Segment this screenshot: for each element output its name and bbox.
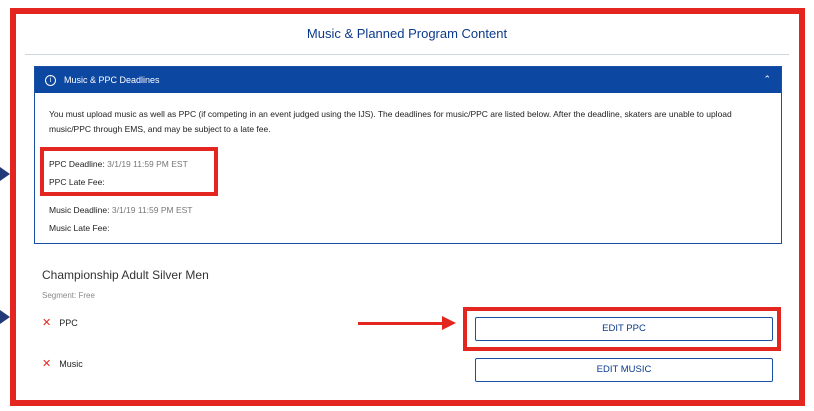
- annotation-marker: [0, 310, 10, 324]
- annotation-arrow-head: [442, 316, 456, 330]
- chevron-up-icon[interactable]: ⌃: [763, 75, 771, 85]
- annotation-marker: [0, 167, 10, 181]
- edit-ppc-highlight: [463, 307, 781, 351]
- annotation-arrow: [358, 322, 444, 325]
- requirement-label: Music: [59, 358, 83, 369]
- requirement-ppc: ✕ PPC: [42, 316, 78, 329]
- edit-music-button[interactable]: EDIT MUSIC: [475, 358, 773, 382]
- page-title: Music & Planned Program Content: [306, 26, 508, 41]
- music-deadline-label: Music Deadline:: [49, 205, 110, 215]
- x-icon: ✕: [42, 357, 52, 370]
- panel-header[interactable]: i Music & PPC Deadlines ⌃: [35, 67, 781, 93]
- music-deadline-value: 3/1/19 11:59 PM EST: [111, 205, 193, 215]
- requirement-label: PPC: [59, 317, 78, 328]
- deadline-description: You must upload music as well as PPC (if…: [49, 109, 732, 134]
- info-icon: i: [45, 74, 56, 86]
- ppc-deadline-highlight: [40, 147, 218, 196]
- music-late-fee-label: Music Late Fee:: [49, 223, 110, 233]
- event-category: Championship Adult Silver Men: [42, 268, 209, 282]
- divider: [25, 54, 789, 55]
- segment-label: Segment: Free: [42, 291, 95, 300]
- panel-body: You must upload music as well as PPC (if…: [35, 93, 781, 137]
- panel-header-title: Music & PPC Deadlines: [64, 75, 160, 85]
- music-deadline-block: Music Deadline: 3/1/19 11:59 PM EST Musi…: [49, 201, 193, 237]
- x-icon: ✕: [42, 316, 52, 329]
- requirement-music: ✕ Music: [42, 357, 83, 370]
